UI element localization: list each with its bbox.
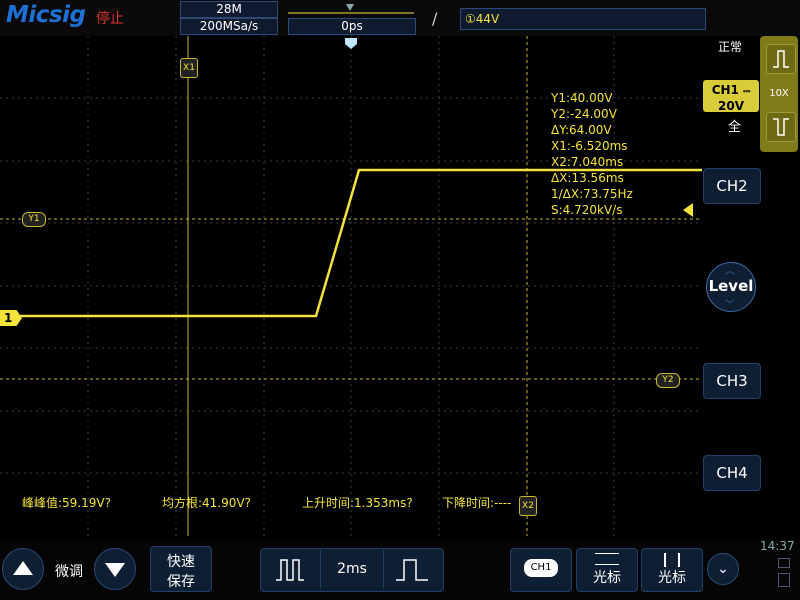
quick-save-line1: 快速 [167, 554, 195, 570]
brand-logo: Micsig [6, 2, 86, 28]
pulse-negative-icon[interactable] [766, 112, 796, 142]
cursor-dx-readout: ΔX:13.56ms [551, 171, 624, 185]
timebase-slower-button[interactable] [264, 550, 320, 588]
ch1-settings-button[interactable]: CH1 ⎓ 20V [703, 80, 759, 113]
rising-edge-icon[interactable]: / [432, 9, 437, 28]
cursor-x1-marker[interactable]: X1 [180, 58, 198, 78]
ch3-button[interactable]: CH3 [703, 363, 761, 399]
memory-depth[interactable]: 28M [180, 1, 278, 18]
sample-rate[interactable]: 200MSa/s [180, 18, 278, 35]
vertical-cursor-button[interactable]: 光标 [641, 548, 703, 592]
ch2-button[interactable]: CH2 [703, 168, 761, 204]
fine-up-button[interactable] [2, 548, 44, 590]
ch1-bandwidth-label[interactable]: 全 [728, 116, 741, 135]
pulse-wide-icon [276, 559, 304, 581]
level-label: Level [708, 277, 754, 295]
cursor-y1-marker[interactable]: Y1 [22, 212, 46, 227]
cursor-x1-readout: X1:-6.520ms [551, 139, 628, 153]
ch1-scale: 20V [718, 99, 744, 113]
cursor-inv-dx-readout: 1/ΔX:73.75Hz [551, 187, 633, 201]
cursor-dy-readout: ΔY:64.00V [551, 123, 612, 137]
expand-menu-button[interactable]: ⌄ [707, 553, 739, 585]
triangle-down-icon [105, 563, 125, 577]
chevron-down-icon: ⌄ [717, 561, 729, 577]
horizontal-cursor-button[interactable]: 光标 [576, 548, 638, 592]
trigger-mode-label[interactable]: 正常 [718, 38, 742, 55]
fine-adjust-label: 微调 [55, 564, 83, 580]
timebase-faster-button[interactable] [384, 550, 440, 588]
vertical-cursor-icon [664, 553, 680, 567]
measurement-fall-time[interactable]: 下降时间:---- [442, 494, 511, 511]
lan-icon [778, 558, 790, 568]
clock: 14:37 [760, 539, 795, 553]
horizontal-cursor-label: 光标 [593, 570, 621, 586]
run-stop-status[interactable]: 停止 [96, 8, 124, 28]
cursor-x2-marker[interactable]: X2 [519, 496, 537, 516]
trigger-position[interactable]: 0ps [288, 18, 416, 35]
vertical-cursor-label: 光标 [658, 570, 686, 586]
chevron-down-icon: ﹀ [725, 300, 735, 311]
trigger-position-icon [346, 4, 354, 11]
trigger-level-arrow-icon [683, 203, 693, 217]
quick-save-button[interactable]: 快速 保存 [150, 546, 212, 592]
measurement-rise-time[interactable]: 上升时间:1.353ms? [302, 494, 413, 511]
measurement-vpp[interactable]: 峰峰值:59.19V? [22, 494, 111, 511]
cursor-y2-readout: Y2:-24.00V [551, 107, 617, 121]
cursor-x2-readout: X2:7.040ms [551, 155, 624, 169]
horizontal-position-bar[interactable] [288, 2, 416, 18]
ch1-select-button[interactable]: CH1 [510, 548, 572, 592]
cursor-slope-readout: S:4.720kV/s [551, 203, 623, 217]
fine-down-button[interactable] [94, 548, 136, 590]
ch1-select-badge: CH1 [524, 559, 558, 577]
cursor-y2-marker[interactable]: Y2 [656, 373, 680, 388]
measurement-rms[interactable]: 均方根:41.90V? [162, 494, 251, 511]
battery-icon [778, 573, 790, 587]
timebase-value[interactable]: 2ms [320, 550, 384, 588]
quick-save-line2: 保存 [167, 574, 195, 590]
cursor-y1-readout: Y1:40.00V [551, 91, 613, 105]
probe-ratio[interactable]: 10X [760, 88, 798, 99]
dc-coupling-icon: ⎓ [743, 87, 751, 97]
ch1-name: CH1 [711, 83, 739, 97]
triangle-up-icon [13, 561, 33, 575]
ch4-button[interactable]: CH4 [703, 455, 761, 491]
pulse-positive-icon[interactable] [766, 44, 796, 74]
horizontal-cursor-icon [595, 553, 619, 565]
pulse-narrow-icon [396, 559, 428, 581]
chevron-up-icon: ︿ [725, 266, 735, 277]
trigger-level[interactable]: ①44V [460, 8, 706, 30]
